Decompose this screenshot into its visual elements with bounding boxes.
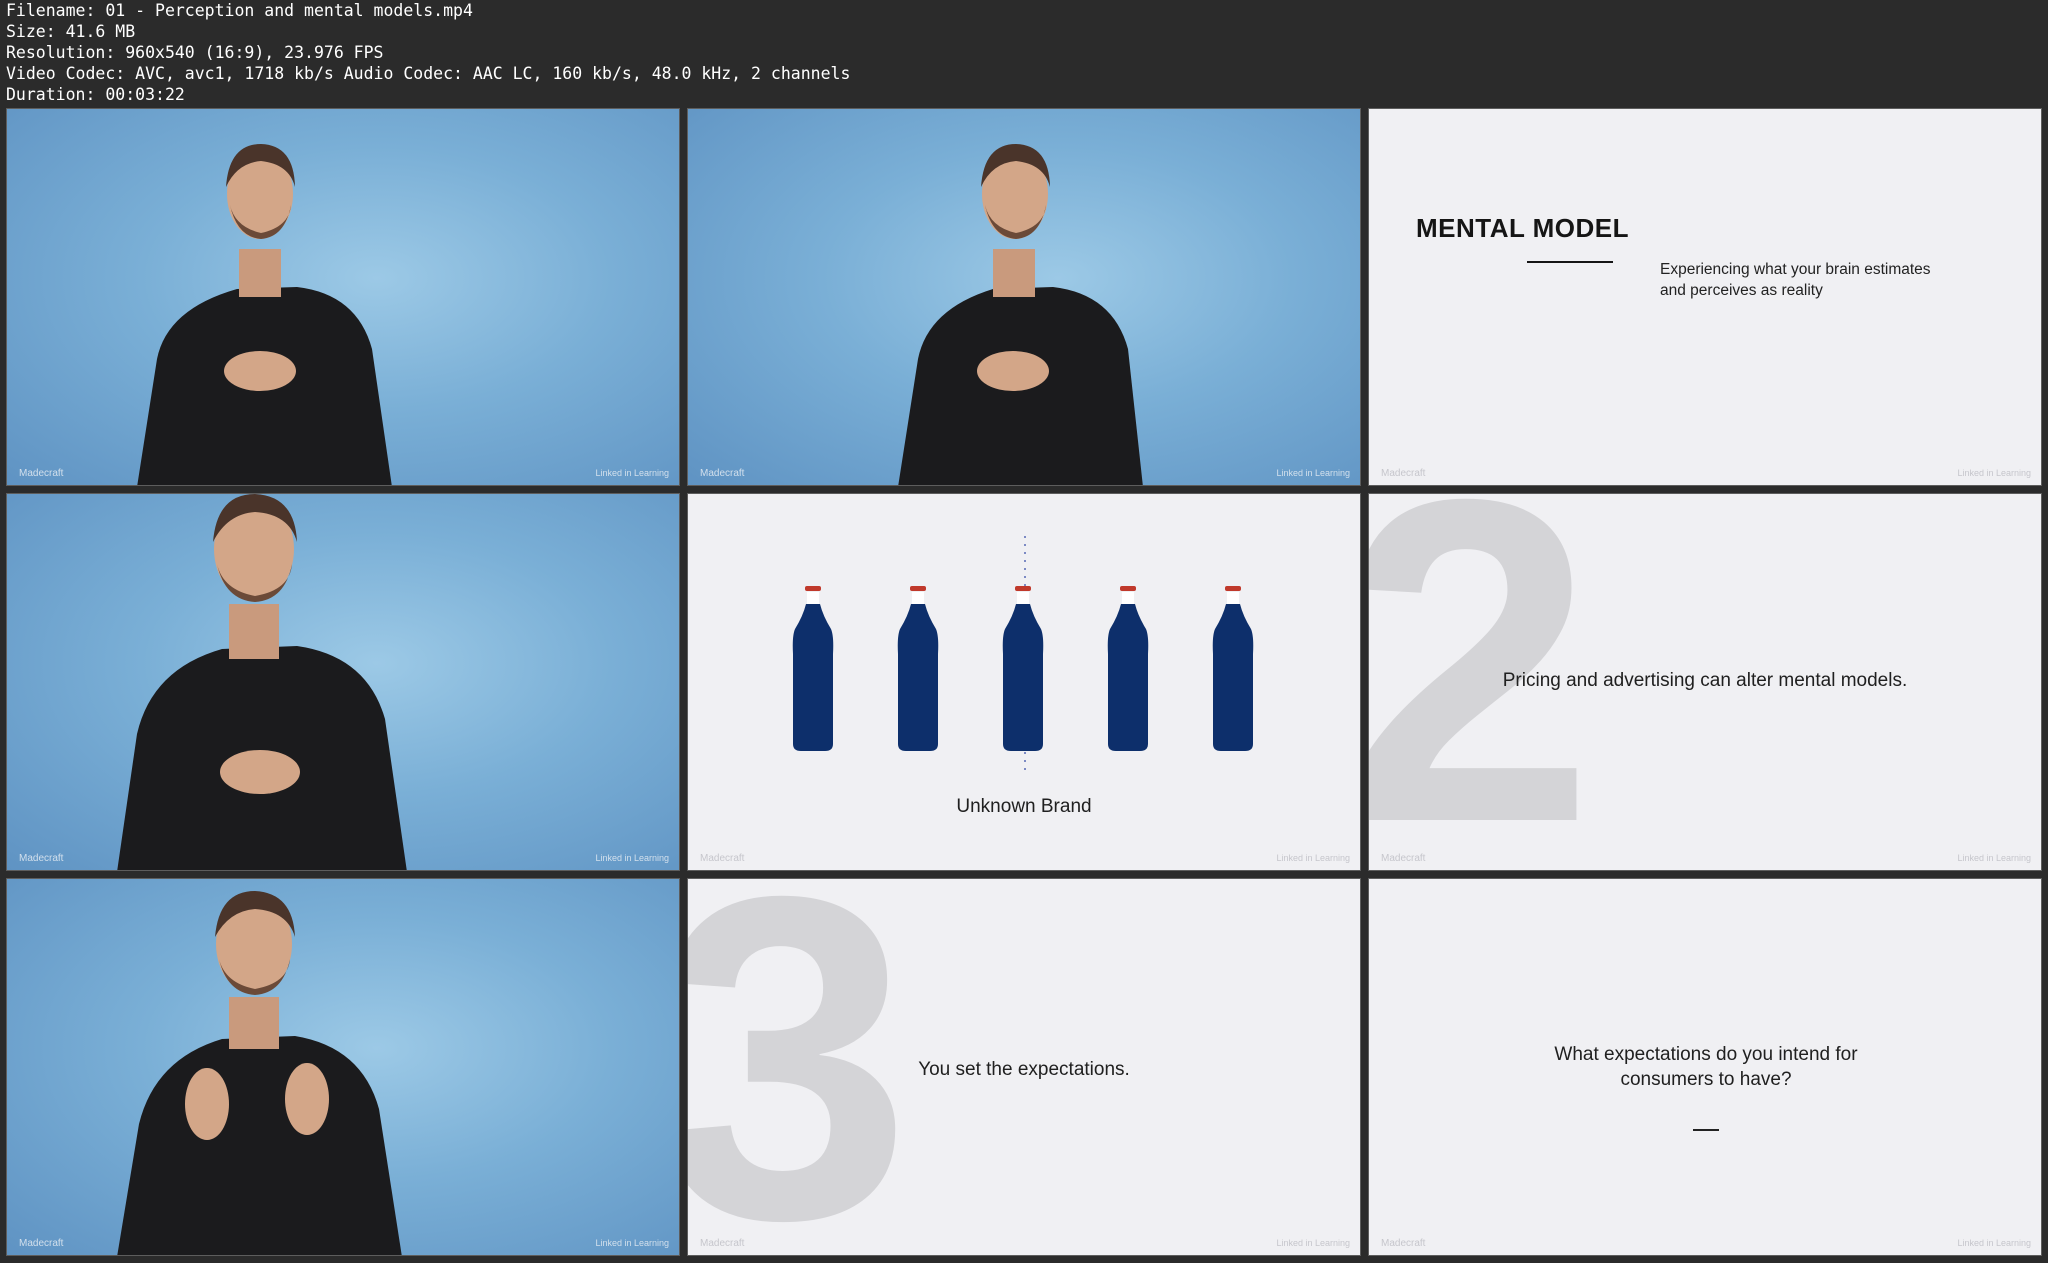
madecraft-watermark: Madecraft — [700, 853, 745, 864]
presenter-figure — [117, 891, 402, 1255]
title-underline — [1527, 261, 1613, 263]
bottle-1 — [792, 586, 834, 751]
madecraft-watermark: Madecraft — [1381, 468, 1426, 479]
thumbnail-frame-9[interactable]: What expectations do you intend for cons… — [1368, 878, 2042, 1256]
thumbnail-frame-3[interactable]: MENTAL MODEL Experiencing what your brai… — [1368, 108, 2042, 486]
slide-title: MENTAL MODEL — [1416, 213, 1630, 243]
madecraft-watermark: Madecraft — [19, 853, 64, 864]
madecraft-watermark: Madecraft — [700, 1238, 745, 1249]
presenter-figure — [117, 494, 407, 870]
linkedin-learning-watermark: Linked in Learning — [1957, 1238, 2031, 1248]
thumbnail-frame-6[interactable]: 2 Pricing and advertising can alter ment… — [1368, 493, 2042, 871]
linkedin-learning-watermark: Linked in Learning — [1957, 853, 2031, 863]
presenter-figure — [898, 144, 1143, 485]
bottle-4 — [1107, 586, 1149, 751]
thumbnail-frame-4[interactable]: Madecraft Linked in Learning — [6, 493, 680, 871]
madecraft-watermark: Madecraft — [700, 468, 745, 479]
linkedin-learning-watermark: Linked in Learning — [1957, 468, 2031, 478]
thumbnail-frame-5[interactable]: Unknown Brand Madecraft Linked in Learni… — [687, 493, 1361, 871]
thumbnail-frame-8[interactable]: 3 You set the expectations. Madecraft Li… — [687, 878, 1361, 1256]
linkedin-learning-watermark: Linked in Learning — [1276, 853, 1350, 863]
linkedin-learning-watermark: Linked in Learning — [595, 1238, 669, 1248]
size-text: Size: 41.6 MB — [6, 22, 136, 41]
resolution-text: Resolution: 960x540 (16:9), 23.976 FPS — [6, 43, 384, 62]
slide-text: Pricing and advertising can alter mental… — [1502, 670, 1908, 691]
thumbnail-frame-1[interactable]: Madecraft Linked in Learning — [6, 108, 680, 486]
madecraft-watermark: Madecraft — [19, 468, 64, 479]
codec-text: Video Codec: AVC, avc1, 1718 kb/s Audio … — [6, 64, 851, 83]
slide-question: What expectations do you intend for cons… — [1554, 1044, 1858, 1090]
linkedin-learning-watermark: Linked in Learning — [595, 468, 669, 478]
madecraft-watermark: Madecraft — [1381, 1238, 1426, 1249]
bottle-3 — [1002, 586, 1044, 751]
slide-description: Experiencing what your brain estimates a… — [1660, 261, 1931, 299]
duration-text: Duration: 00:03:22 — [6, 85, 185, 104]
linkedin-learning-watermark: Linked in Learning — [1276, 468, 1350, 478]
madecraft-watermark: Madecraft — [19, 1238, 64, 1249]
bottle-5 — [1212, 586, 1254, 751]
slide-dash — [1693, 1129, 1719, 1131]
madecraft-watermark: Madecraft — [1381, 853, 1426, 864]
thumbnail-frame-2[interactable]: Madecraft Linked in Learning — [687, 108, 1361, 486]
presenter-figure — [137, 144, 392, 485]
filename-text: Filename: 01 - Perception and mental mod… — [6, 1, 473, 20]
linkedin-learning-watermark: Linked in Learning — [595, 853, 669, 863]
file-info-header: Filename: 01 - Perception and mental mod… — [6, 0, 2036, 106]
slide-text: You set the expectations. — [918, 1059, 1130, 1080]
thumbnail-frame-7[interactable]: Madecraft Linked in Learning — [6, 878, 680, 1256]
thumbnail-grid: Madecraft Linked in Learning Madecraft L… — [6, 108, 2042, 1258]
slide-caption: Unknown Brand — [956, 796, 1092, 817]
linkedin-learning-watermark: Linked in Learning — [1276, 1238, 1350, 1248]
bottle-2 — [897, 586, 939, 751]
